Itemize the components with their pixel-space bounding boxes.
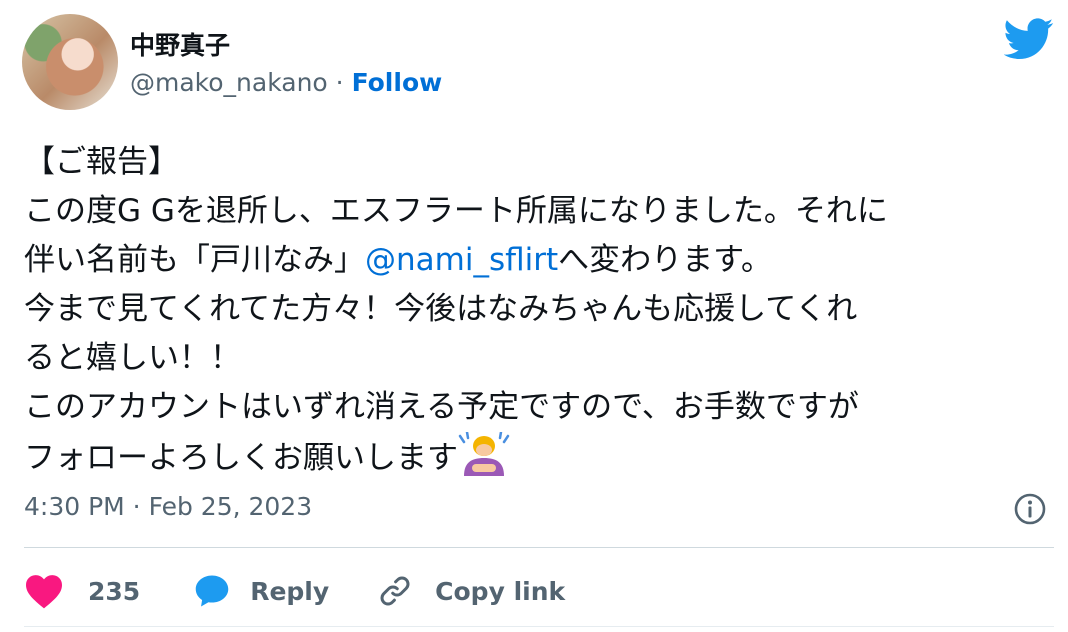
copy-link-button[interactable]: Copy link bbox=[377, 573, 565, 609]
tweet-line: 今まで見てくれてた方々！今後はなみちゃんも応援してくれ bbox=[24, 291, 858, 327]
like-button[interactable]: 235 bbox=[24, 573, 140, 609]
like-count: 235 bbox=[88, 576, 141, 606]
divider bbox=[24, 547, 1054, 548]
bottom-divider bbox=[24, 626, 1054, 627]
twitter-bird-icon[interactable] bbox=[1004, 18, 1054, 60]
info-icon[interactable] bbox=[1013, 492, 1047, 526]
author-handle-row: @mako_nakano · Follow bbox=[130, 68, 442, 97]
tweet-line: フォローよろしくお願いします bbox=[24, 440, 458, 476]
reply-button[interactable]: Reply bbox=[194, 574, 329, 608]
link-icon bbox=[380, 576, 410, 606]
tweet-line: この度G Gを退所し、エスフラート所属になりました。それに bbox=[24, 193, 888, 229]
handle-separator: · bbox=[327, 68, 352, 97]
tweet-timestamp[interactable]: 4:30 PM · Feb 25, 2023 bbox=[24, 492, 312, 521]
author-avatar[interactable] bbox=[22, 14, 118, 110]
heart-icon bbox=[26, 575, 62, 609]
person-bowing-emoji bbox=[458, 432, 510, 476]
tweet-line: このアカウントはいずれ消える予定ですので、お手数ですが bbox=[24, 389, 859, 425]
reply-label: Reply bbox=[250, 576, 330, 606]
mention-link[interactable]: @nami_sflirt bbox=[365, 242, 558, 278]
copy-link-label: Copy link bbox=[435, 576, 566, 606]
author-handle[interactable]: @mako_nakano bbox=[130, 68, 328, 97]
tweet-line: 【ご報告】 bbox=[24, 144, 179, 180]
tweet-line: へ変わります。 bbox=[558, 242, 773, 278]
tweet-text: 【ご報告】 この度G Gを退所し、エスフラート所属になりました。それに 伴い名前… bbox=[24, 138, 1054, 483]
tweet-actions: 235 Reply Copy link bbox=[24, 568, 565, 614]
follow-button[interactable]: Follow bbox=[352, 68, 443, 97]
tweet-line: 伴い名前も「戸川なみ」 bbox=[24, 242, 365, 278]
author-name[interactable]: 中野真子 bbox=[130, 26, 230, 62]
tweet-line: ると嬉しい！！ bbox=[24, 340, 241, 376]
reply-bubble-icon bbox=[195, 575, 229, 607]
